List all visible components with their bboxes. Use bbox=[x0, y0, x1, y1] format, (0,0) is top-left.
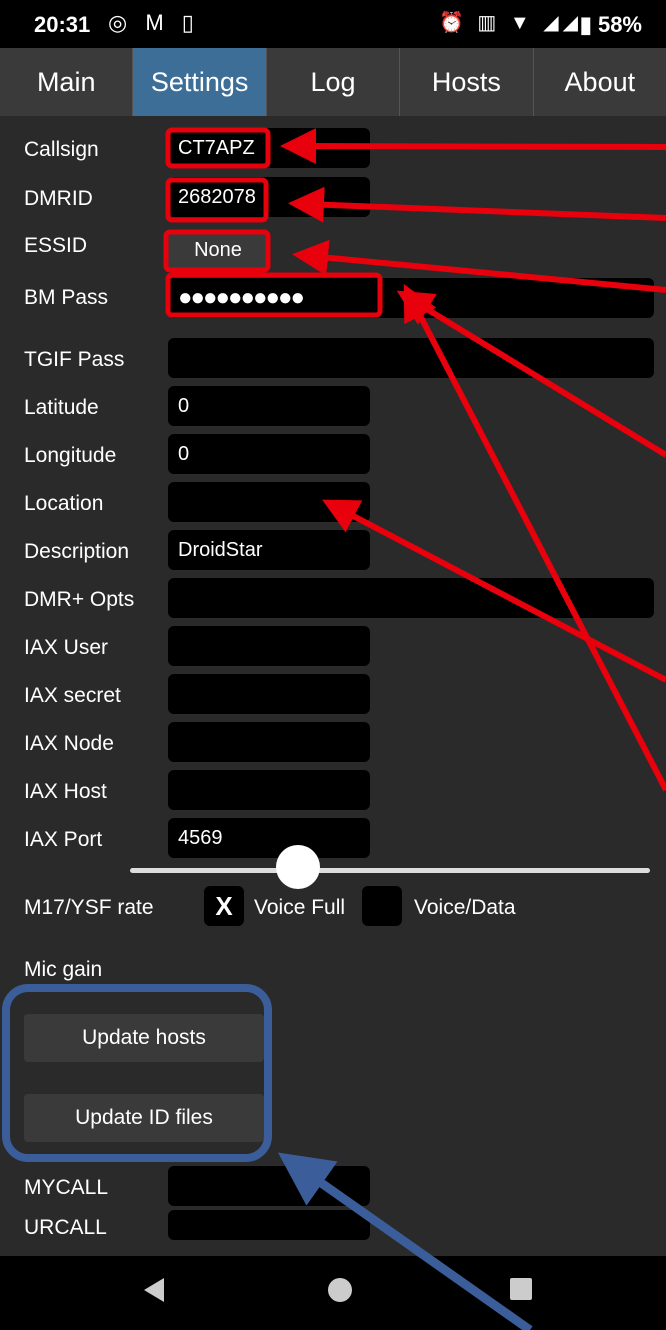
status-time: 20:31 bbox=[34, 12, 91, 37]
update-id-files-button[interactable]: Update ID files bbox=[24, 1094, 264, 1142]
callsign-label: Callsign bbox=[24, 138, 99, 161]
latitude-label: Latitude bbox=[24, 396, 99, 419]
signal-icon: ◢◢ bbox=[543, 12, 582, 34]
voice-data-checkbox[interactable] bbox=[362, 886, 402, 926]
mycall-field[interactable] bbox=[168, 1166, 370, 1206]
urcall-field[interactable] bbox=[168, 1210, 370, 1240]
update-hosts-button[interactable]: Update hosts bbox=[24, 1014, 264, 1062]
dmr-opts-label: DMR+ Opts bbox=[24, 588, 135, 611]
alarm-icon: ⏰ bbox=[438, 12, 468, 34]
battery-percent: 58% bbox=[597, 12, 642, 37]
description-label: Description bbox=[24, 540, 130, 563]
tab-log[interactable]: Log bbox=[267, 48, 401, 116]
location-field[interactable] bbox=[168, 482, 370, 522]
iax-node-label: IAX Node bbox=[24, 732, 114, 755]
tab-bar: Main Settings Log Hosts About bbox=[0, 48, 666, 116]
essid-label: ESSID bbox=[24, 234, 88, 257]
iax-secret-label: IAX secret bbox=[24, 684, 121, 707]
longitude-label: Longitude bbox=[24, 444, 117, 467]
whatsapp-icon: ◎ bbox=[108, 10, 134, 35]
recents-icon[interactable] bbox=[510, 1278, 532, 1300]
vibrate-icon: ▥ bbox=[477, 12, 501, 34]
voice-full-label: Voice Full bbox=[254, 896, 346, 919]
location-label: Location bbox=[24, 492, 104, 515]
tgif-pass-label: TGIF Pass bbox=[24, 348, 125, 371]
system-icons: ⏰ ▥ ▼ ◢◢ bbox=[439, 10, 582, 35]
bm-pass-label: BM Pass bbox=[24, 286, 109, 309]
gmail-icon: M bbox=[145, 10, 170, 35]
iax-user-field[interactable] bbox=[168, 626, 370, 666]
iax-host-label: IAX Host bbox=[24, 780, 107, 803]
tab-about[interactable]: About bbox=[534, 48, 666, 116]
mic-gain-label: Mic gain bbox=[24, 958, 103, 981]
bm-pass-field[interactable]: ●●●●●●●●●● bbox=[168, 278, 654, 318]
tab-main[interactable]: Main bbox=[0, 48, 134, 116]
navigation-bar bbox=[0, 1256, 666, 1330]
essid-select[interactable]: None bbox=[168, 230, 268, 270]
iax-port-field[interactable]: 4569 bbox=[168, 818, 370, 858]
voice-data-label: Voice/Data bbox=[414, 896, 516, 919]
tab-hosts[interactable]: Hosts bbox=[400, 48, 534, 116]
home-icon[interactable] bbox=[328, 1278, 352, 1302]
callsign-field[interactable]: CT7APZ bbox=[168, 128, 370, 168]
iax-host-field[interactable] bbox=[168, 770, 370, 810]
tab-settings[interactable]: Settings bbox=[133, 48, 267, 116]
back-icon[interactable] bbox=[144, 1278, 164, 1302]
mic-gain-track[interactable] bbox=[130, 868, 650, 873]
iax-secret-field[interactable] bbox=[168, 674, 370, 714]
battery-icon: ▮ bbox=[579, 12, 592, 37]
wifi-icon: ▼ bbox=[509, 12, 534, 34]
description-field[interactable]: DroidStar bbox=[168, 530, 370, 570]
settings-panel: Callsign CT7APZ DMRID 2682078 ESSID None… bbox=[0, 116, 666, 1240]
voice-full-checkbox[interactable]: X bbox=[204, 886, 244, 926]
iax-node-field[interactable] bbox=[168, 722, 370, 762]
dmrid-field[interactable]: 2682078 bbox=[168, 177, 370, 217]
status-bar: 20:31 ◎ M ▯ ⏰ ▥ ▼ ◢◢ ▮ 58% bbox=[0, 0, 666, 48]
dmrid-label: DMRID bbox=[24, 187, 93, 210]
longitude-field[interactable]: 0 bbox=[168, 434, 370, 474]
mycall-label: MYCALL bbox=[24, 1176, 109, 1199]
notification-icons: ◎ M ▯ bbox=[108, 10, 200, 36]
iax-port-label: IAX Port bbox=[24, 828, 103, 851]
mic-gain-slider-handle[interactable] bbox=[276, 845, 320, 889]
battery-indicator: ▮ 58% bbox=[580, 12, 642, 38]
urcall-label: URCALL bbox=[24, 1216, 107, 1239]
latitude-field[interactable]: 0 bbox=[168, 386, 370, 426]
rate-label: M17/YSF rate bbox=[24, 896, 154, 919]
sim-icon: ▯ bbox=[181, 10, 200, 35]
tgif-pass-field[interactable] bbox=[168, 338, 654, 378]
dmr-opts-field[interactable] bbox=[168, 578, 654, 618]
iax-user-label: IAX User bbox=[24, 636, 109, 659]
